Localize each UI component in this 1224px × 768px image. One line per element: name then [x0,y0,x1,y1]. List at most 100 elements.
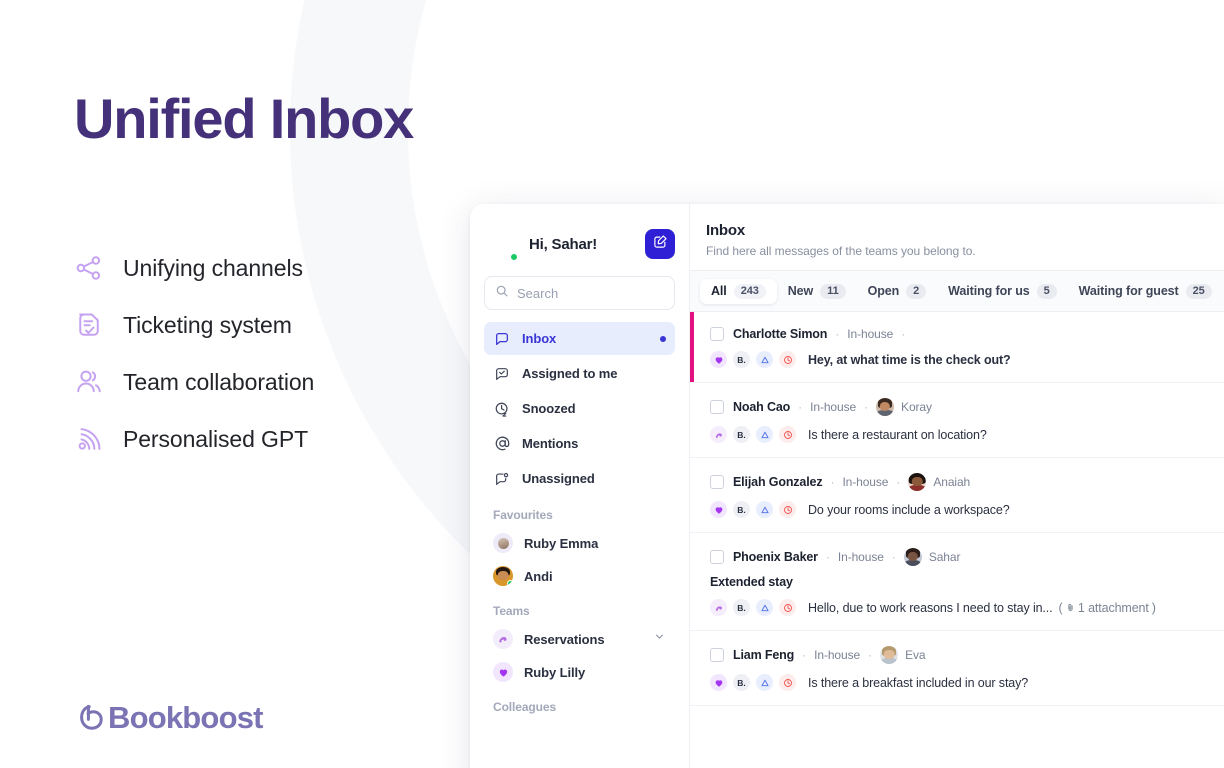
section-label-colleagues: Colleagues [493,700,557,714]
tab-count: 25 [1185,283,1212,299]
clock-badge-icon [779,599,796,616]
separator-dot: · [825,550,830,564]
inbox-title: Inbox [706,222,745,239]
table-row[interactable]: Elijah Gonzalez · In-house · Anaiah B. D… [690,458,1224,533]
users-icon [74,366,114,398]
tab-new[interactable]: New 11 [777,279,857,304]
row-checkbox[interactable] [710,400,724,414]
assignee: Eva [880,646,926,664]
sidebar-nav: Inbox Assigned to me Snoozed Mentions Un… [484,322,675,495]
sahar-avatar [903,548,922,566]
separator-dot: · [868,648,873,662]
separator-dot: · [891,550,896,564]
assignee-name: Sahar [928,550,961,564]
sender-name: Noah Cao [733,400,791,414]
brand-name: Bookboost [108,700,263,735]
tab-waiting-for-guest[interactable]: Waiting for guest 25 [1068,279,1223,304]
feature-label: Ticketing system [123,312,292,338]
compose-button[interactable] [645,229,675,259]
page-root: Unified Inbox Unifying channels Ticketin… [0,0,1224,768]
sidebar-item-label: Mentions [522,436,579,451]
row-checkbox[interactable] [710,648,724,662]
feature-item-personalised-gpt: Personalised GPT [74,411,494,467]
tab-label: Waiting for us [948,284,1030,298]
tab-label: Open [867,284,900,298]
sidebar-item-label: Ruby Lilly [524,664,586,680]
sidebar-item-label: Ruby Emma [524,535,599,551]
guest-status-tag: In-house [847,327,894,341]
sidebar-item-label: Snoozed [522,401,576,416]
clock-badge-icon [779,501,796,518]
assignee: Sahar [903,548,961,566]
anaiah-avatar [908,473,927,491]
clock-badge-icon [779,351,796,368]
sidebar-item-label: Inbox [522,331,557,346]
message-preview: Do your rooms include a workspace? [808,502,1010,517]
separator-dot: · [798,400,803,414]
tab-count: 11 [820,283,846,299]
share-nodes-icon [74,252,114,284]
sidebar-item-unassigned[interactable]: Unassigned [484,462,675,495]
broadcast-icon [74,423,114,455]
guest-status-tag: In-house [837,550,884,564]
tab-count: 243 [733,283,766,299]
sidebar-item-ruby-lilly[interactable]: Ruby Lilly [484,657,675,687]
triangle-badge-icon [756,351,773,368]
brand-b-badge-icon: B. [733,351,750,368]
greeting-text: Hi, Sahar! [529,235,598,253]
sidebar-item-snoozed[interactable]: Snoozed [484,392,675,425]
tab-waiting-for-us[interactable]: Waiting for us 5 [937,279,1068,304]
message-preview-row: B. Is there a restaurant on location? [710,426,1214,443]
attachment-indicator: ( 1 attachment) [1058,600,1156,615]
unread-indicator-dot [660,335,666,342]
sidebar-item-reservations[interactable]: Reservations [484,624,675,654]
search-input[interactable]: Search [484,276,675,310]
assignee: Anaiah [908,473,970,491]
online-status-dot [509,252,519,262]
brand-b-badge-icon: B. [733,426,750,443]
brand-b-badge-icon: B. [733,599,750,616]
guest-status-tag: In-house [842,475,889,489]
table-row[interactable]: Phoenix Baker · In-house · Sahar Extende… [690,533,1224,631]
koray-avatar [876,398,895,416]
chat-bubble-icon [493,330,511,348]
brand-b-badge-icon: B. [733,674,750,691]
tab-open[interactable]: Open 2 [857,279,938,304]
heart-badge-icon [710,674,727,691]
message-meta: Noah Cao · In-house · Koray [710,398,1214,416]
table-row[interactable]: Liam Feng · In-house · Eva B. Is there a… [690,631,1224,706]
triangle-badge-icon [756,674,773,691]
sidebar-item-label: Unassigned [522,471,595,486]
inbox-header: Inbox Find here all messages of the team… [690,204,1224,270]
separator-dot: · [896,475,901,489]
sender-name: Charlotte Simon [733,327,828,341]
sidebar-item-assigned-to-me[interactable]: Assigned to me [484,357,675,390]
sidebar-item-inbox[interactable]: Inbox [484,322,675,355]
row-checkbox[interactable] [710,550,724,564]
sidebar-item-mentions[interactable]: Mentions [484,427,675,460]
sidebar-item-ruby-emma[interactable]: Ruby Emma [484,528,675,558]
ruby-lilly-heart-icon [493,662,513,682]
avatar[interactable] [484,227,519,262]
sidebar-item-label: Andi [524,568,553,584]
triangle-badge-icon [756,599,773,616]
chevron-down-icon[interactable] [653,630,666,648]
sidebar-item-andi[interactable]: Andi [484,561,675,591]
at-sign-icon [493,435,511,453]
message-meta: Liam Feng · In-house · Eva [710,646,1214,664]
sidebar-header: Hi, Sahar! [484,204,675,266]
sender-name: Phoenix Baker [733,550,818,564]
clock-badge-icon [779,674,796,691]
table-row[interactable]: Noah Cao · In-house · Koray B. Is there … [690,383,1224,458]
page-title: Unified Inbox [74,87,414,150]
tab-all[interactable]: All 243 [700,278,777,304]
row-checkbox[interactable] [710,475,724,489]
table-row[interactable]: Charlotte Simon · In-house · B. Hey, at … [690,312,1224,383]
reservations-badge-icon [710,599,727,616]
feature-item-unifying-channels: Unifying channels [74,240,494,296]
row-checkbox[interactable] [710,327,724,341]
attachment-label: 1 attachment [1077,600,1149,615]
section-label-teams: Teams [493,604,530,618]
triangle-badge-icon [756,501,773,518]
filter-tabs: All 243 New 11 Open 2 Waiting for us 5 W… [690,270,1224,312]
